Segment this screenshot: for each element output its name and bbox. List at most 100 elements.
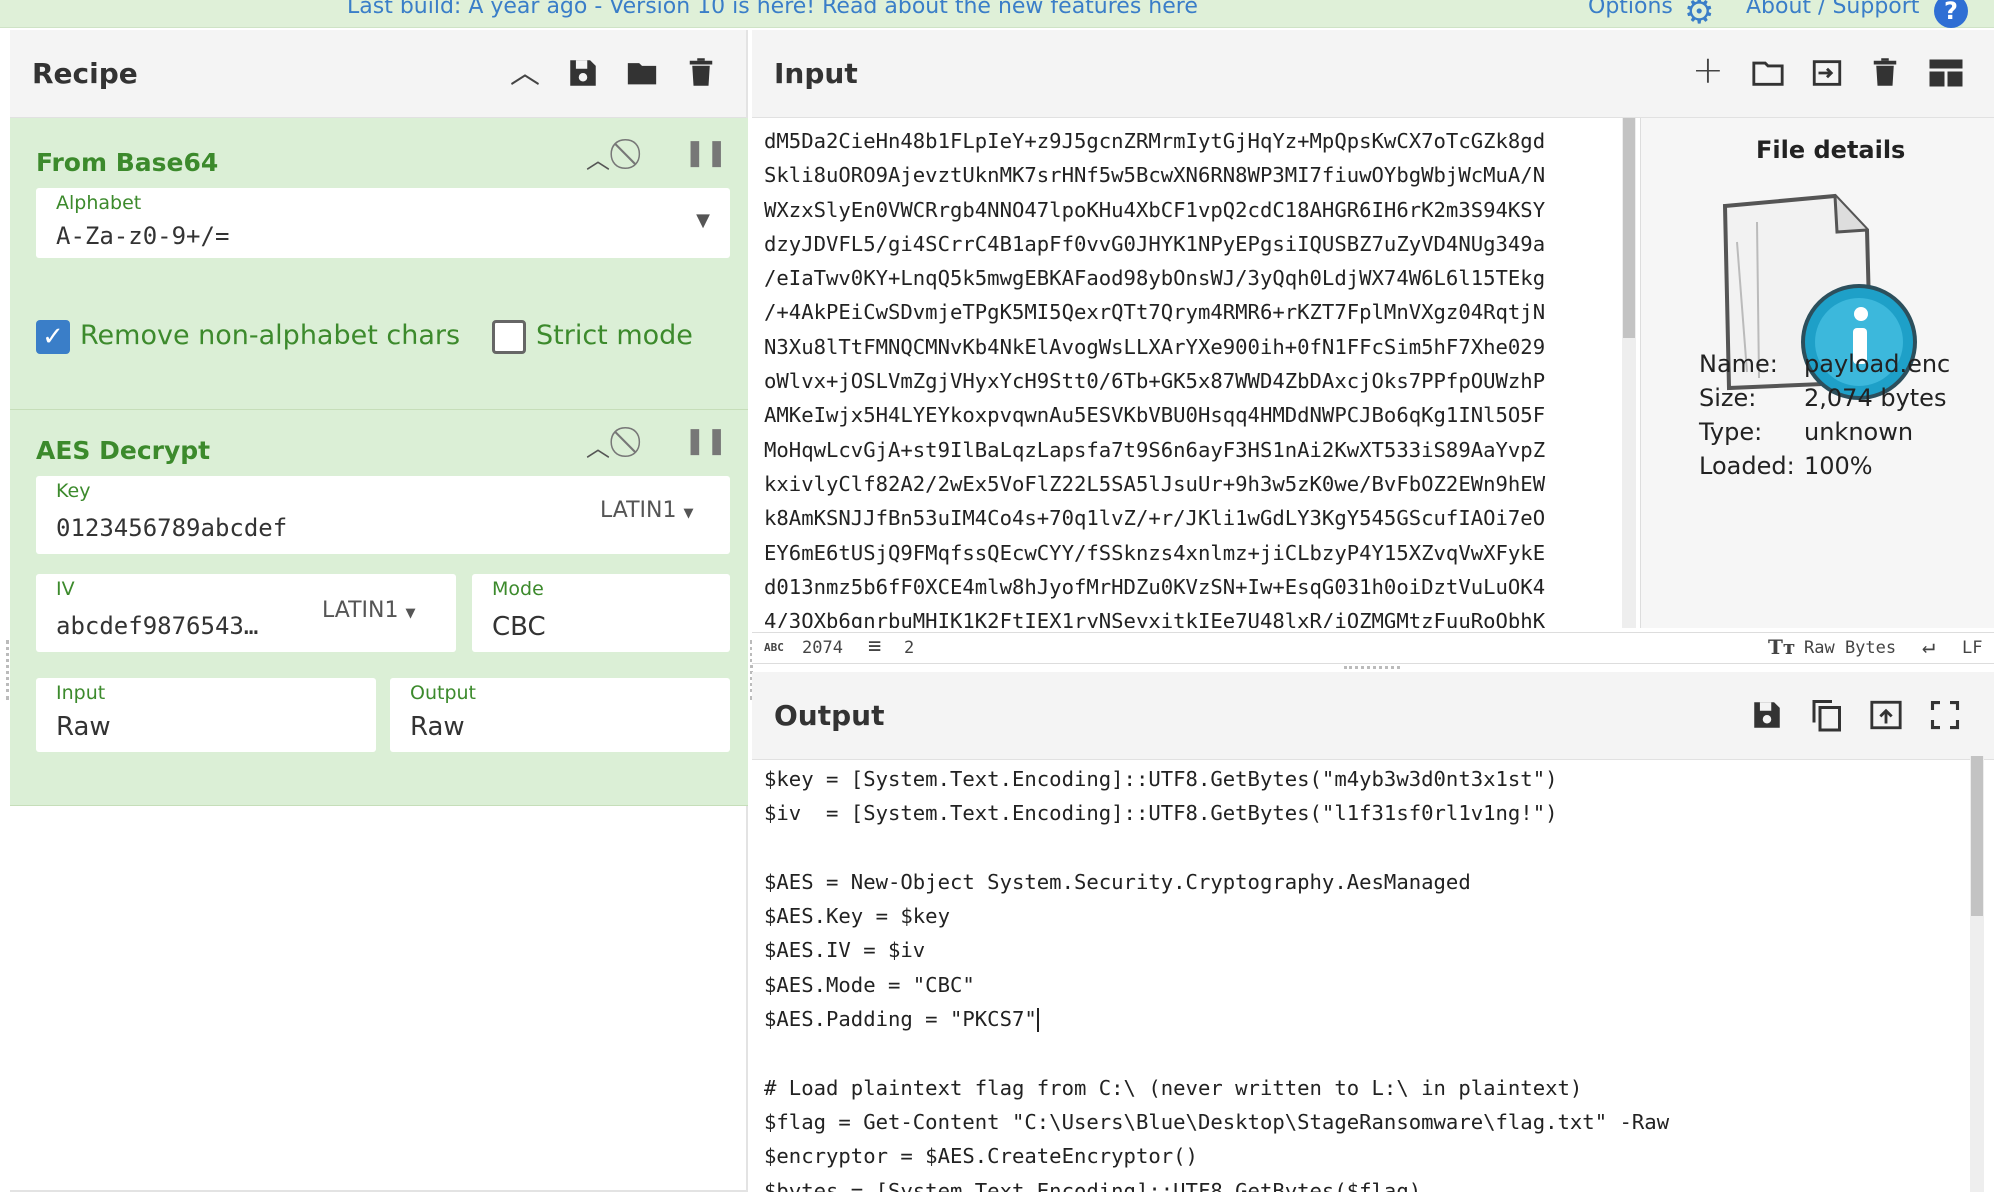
- file-type-value: unknown: [1804, 418, 1914, 446]
- eol-icon[interactable]: ↵: [1922, 634, 1935, 659]
- open-folder-icon[interactable]: [1750, 56, 1786, 90]
- file-details-title: File details: [1756, 136, 1906, 164]
- caret-down-icon[interactable]: ▼: [696, 210, 710, 231]
- input-status-bar: ABC 2074 ≡ 2 Tт Raw Bytes ↵ LF: [752, 632, 1994, 664]
- input-line: dM5Da2CieHn48b1FLpIeY+z9J5gcnZRMrmIytGjH…: [764, 129, 1546, 153]
- recipe-dropzone[interactable]: [10, 806, 746, 1192]
- output-textarea[interactable]: $key = [System.Text.Encoding]::UTF8.GetB…: [764, 762, 1964, 1192]
- file-size-key: Size:: [1699, 384, 1757, 412]
- copy-icon[interactable]: [1808, 696, 1844, 734]
- output-line: $AES.Key = $key: [764, 904, 950, 929]
- output-line: $bytes = [System.Text.Encoding]::UTF8.Ge…: [764, 1178, 1422, 1192]
- output-line: $AES.Padding = "PKCS7": [764, 1007, 1039, 1033]
- file-name-key: Name:: [1699, 350, 1778, 378]
- recipe-header: Recipe ︿: [10, 30, 746, 118]
- output-line: # Load plaintext flag from C:\ (never wr…: [764, 1075, 1583, 1100]
- caret-down-icon: ▼: [683, 506, 694, 521]
- remove-nonalpha-checkbox[interactable]: ✓: [36, 320, 70, 354]
- open-file-icon[interactable]: [1808, 56, 1846, 90]
- scrollbar-thumb[interactable]: [1971, 756, 1983, 916]
- char-count: 2074: [802, 638, 843, 658]
- input-format-field[interactable]: Input Raw: [36, 678, 376, 752]
- alphabet-label: Alphabet: [56, 192, 142, 214]
- input-textarea[interactable]: dM5Da2CieHn48b1FLpIeY+z9J5gcnZRMrmIytGjH…: [764, 124, 1614, 628]
- layout-icon[interactable]: [1928, 58, 1964, 88]
- input-format-label: Input: [56, 682, 106, 704]
- chevron-up-icon[interactable]: ︿: [586, 428, 610, 463]
- about-support-link[interactable]: About / Support: [1746, 0, 1919, 19]
- input-line: /+4AkPEiCwSDvmjeTPgK5MI5QexrQTt7Qrym4RMR…: [764, 300, 1546, 325]
- input-line: AMKeIwjx5H4LYEYkoxpvqwnAu5ESVKbVBU0Hsqq4…: [764, 403, 1546, 428]
- recipe-title: Recipe: [32, 57, 138, 90]
- input-line: EY6mE6tUSjQ9FMqfssQEcwCYY/fSSknzs4xnlmz+…: [764, 540, 1546, 565]
- mode-value: CBC: [492, 612, 546, 642]
- question-circle-icon[interactable]: ?: [1934, 0, 1968, 28]
- scrollbar-thumb[interactable]: [1623, 118, 1635, 338]
- char-count-icon: ABC: [764, 641, 784, 654]
- add-tab-icon[interactable]: +: [1692, 51, 1724, 89]
- caret-down-icon: ▼: [405, 606, 416, 621]
- input-line: N3Xu8lTtFMNQCMNvKb4NkElAvogWsLLXArYXe900…: [764, 334, 1546, 359]
- replace-input-icon[interactable]: [1868, 698, 1904, 732]
- key-encoding-value: LATIN1: [600, 498, 677, 523]
- input-line: WXzxSlyEn0VWCRrgb4NNO47lpoKHu4XbCF1vpQ2c…: [764, 197, 1546, 222]
- key-label: Key: [56, 480, 91, 502]
- file-loaded-key: Loaded:: [1699, 452, 1795, 480]
- eol-value[interactable]: LF: [1962, 638, 1982, 658]
- input-format-value: Raw: [56, 712, 111, 742]
- mode-field[interactable]: Mode CBC: [472, 574, 730, 652]
- operation-from-base64: From Base64 ︿ ⃠ ❚❚ Alphabet A-Za-z0-9+/=…: [10, 118, 748, 410]
- resize-handle[interactable]: [6, 640, 9, 700]
- resize-handle[interactable]: [1344, 666, 1400, 670]
- options-link[interactable]: Options: [1588, 0, 1673, 19]
- input-scrollbar[interactable]: [1622, 118, 1636, 628]
- file-type-key: Type:: [1699, 418, 1763, 446]
- folder-icon[interactable]: [624, 56, 660, 90]
- input-line: MoHqwLcvGjA+st9IlBaLqzLapsfa7t9S6n6ayF3H…: [764, 437, 1546, 462]
- key-encoding-select[interactable]: LATIN1 ▼: [600, 498, 693, 523]
- gear-icon[interactable]: ⚙: [1684, 0, 1714, 32]
- output-format-label: Output: [410, 682, 476, 704]
- output-line: $AES = New-Object System.Security.Crypto…: [764, 869, 1471, 894]
- output-format-value: Raw: [410, 712, 465, 742]
- file-details-panel: File details Name: payload.enc Size: 2,074…: [1640, 118, 1994, 628]
- key-field[interactable]: Key 0123456789abcdef LATIN1 ▼: [36, 476, 730, 554]
- build-notice-link[interactable]: Last build: A year ago - Version 10 is h…: [347, 0, 1198, 19]
- text-format-icon[interactable]: Tт: [1768, 635, 1795, 659]
- iv-value: abcdef9876543…: [56, 612, 259, 640]
- trash-icon[interactable]: [686, 54, 716, 90]
- save-icon[interactable]: [566, 56, 600, 90]
- iv-field[interactable]: IV abcdef9876543… LATIN1 ▼: [36, 574, 456, 652]
- input-line: /eIaTwv0KY+LnqQ5k5mwgEBKAFaod98ybOnsWJ/3…: [764, 266, 1546, 291]
- iv-encoding-select[interactable]: LATIN1 ▼: [322, 598, 415, 623]
- chevron-up-icon[interactable]: ︿: [586, 140, 610, 175]
- file-name-value: payload.enc: [1804, 350, 1951, 378]
- operation-aes-decrypt: AES Decrypt ︿ ⃠ ❚❚ Key 0123456789abcdef …: [10, 410, 748, 806]
- save-output-icon[interactable]: [1750, 698, 1784, 732]
- byte-format[interactable]: Raw Bytes: [1804, 638, 1896, 658]
- output-line: $AES.IV = $iv: [764, 938, 926, 963]
- maximize-icon[interactable]: [1930, 700, 1960, 730]
- input-line: kxivlyClf82A2/2wEx5VoFlZ22L5SA5lJsuUr+9h…: [764, 471, 1546, 496]
- trash-icon[interactable]: [1870, 54, 1900, 90]
- alphabet-value: A-Za-z0-9+/=: [56, 222, 230, 250]
- pause-icon[interactable]: ❚❚: [684, 138, 728, 168]
- key-value: 0123456789abcdef: [56, 514, 288, 542]
- chevron-up-icon[interactable]: ︿: [510, 58, 540, 90]
- output-title: Output: [774, 699, 885, 732]
- iv-label: IV: [56, 578, 75, 600]
- strict-mode-checkbox[interactable]: [492, 320, 526, 354]
- pause-icon[interactable]: ❚❚: [684, 426, 728, 456]
- file-type-row: Type: unknown: [1699, 418, 1913, 446]
- input-line: Skli8uORO9AjevztUknMK7srHNf5w5BcwXN6RN8W…: [764, 163, 1546, 188]
- line-count: 2: [904, 638, 915, 658]
- operation-title: From Base64: [36, 148, 219, 177]
- file-loaded-value: 100%: [1804, 452, 1873, 480]
- output-scrollbar[interactable]: [1970, 756, 1984, 1192]
- recipe-panel: Recipe ︿ From Base64 ︿ ⃠ ❚❚ Alphabet A-Z…: [10, 30, 748, 1192]
- text-caret: [1036, 1008, 1039, 1033]
- output-format-field[interactable]: Output Raw: [390, 678, 730, 752]
- alphabet-field[interactable]: Alphabet A-Za-z0-9+/= ▼: [36, 188, 730, 258]
